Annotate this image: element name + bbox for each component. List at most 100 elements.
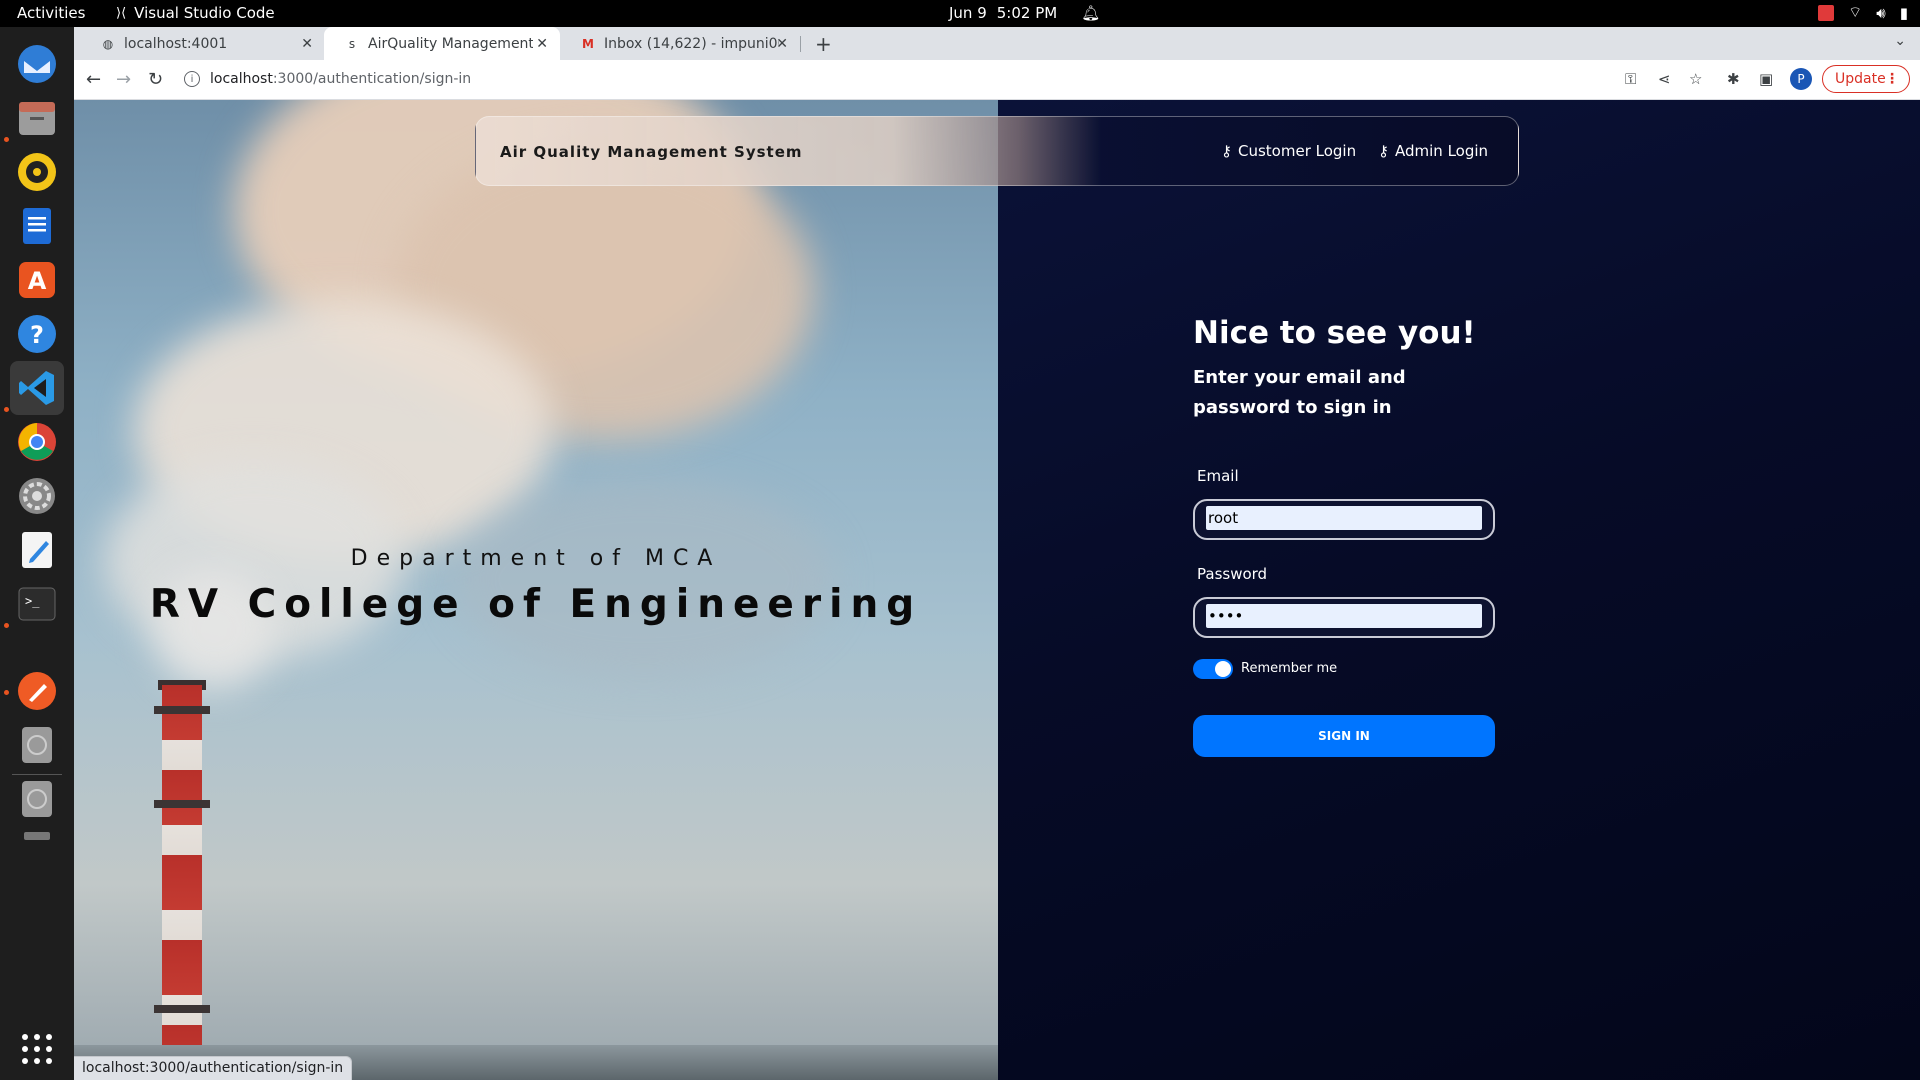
- files-icon[interactable]: [10, 91, 64, 145]
- tab-separator: [800, 36, 801, 52]
- url-path: :3000/authentication/sign-in: [272, 71, 472, 87]
- new-tab-button[interactable]: +: [815, 32, 832, 56]
- clock-time: 5:02 PM: [996, 4, 1058, 22]
- admin-login-label: Admin Login: [1395, 142, 1489, 160]
- system-tray[interactable]: ⌔ 🔊︎ ▮: [1818, 3, 1908, 22]
- password-input-value[interactable]: ••••: [1206, 604, 1482, 628]
- tab-title: AirQuality Management S: [368, 35, 533, 52]
- bookmark-star-icon[interactable]: ☆: [1689, 70, 1702, 88]
- rhythmbox-icon[interactable]: [10, 145, 64, 199]
- running-indicator: [4, 407, 9, 412]
- chimney-ring: [154, 1005, 210, 1013]
- close-icon[interactable]: ✕: [301, 36, 313, 52]
- disk-icon[interactable]: [10, 718, 64, 772]
- remember-me-label: Remember me: [1241, 661, 1338, 676]
- close-icon[interactable]: ✕: [776, 36, 788, 52]
- app-menu[interactable]: ⟩⟨ Visual Studio Code: [116, 4, 275, 22]
- s-icon: s: [348, 36, 356, 51]
- tab-gmail-inbox[interactable]: M Inbox (14,622) - impuni00 ✕: [560, 27, 800, 60]
- signin-title: Nice to see you!: [1193, 315, 1476, 351]
- side-panel-icon[interactable]: ▣: [1759, 70, 1773, 88]
- thunderbird-icon[interactable]: [10, 37, 64, 91]
- admin-login-link[interactable]: ⚷ Admin Login: [1378, 142, 1488, 160]
- back-arrow-icon[interactable]: ←: [86, 69, 101, 90]
- app-name: Visual Studio Code: [134, 4, 275, 22]
- college-heading: RV College of Engineering: [149, 582, 923, 627]
- hero-image: Department of MCA RV College of Engineer…: [74, 100, 998, 1080]
- key-icon[interactable]: ⚿: [1625, 70, 1636, 88]
- signin-subtitle: Enter your email and password to sign in: [1193, 367, 1406, 418]
- settings-icon[interactable]: [10, 469, 64, 523]
- email-input-value[interactable]: root: [1206, 506, 1482, 530]
- smoke-haze: [454, 480, 834, 680]
- system-top-bar: Activities ⟩⟨ Visual Studio Code Jun 9 5…: [0, 0, 1920, 27]
- signin-panel-bg: [998, 100, 1920, 1080]
- brand-title[interactable]: Air Quality Management System: [500, 143, 803, 161]
- show-apps-icon[interactable]: [10, 1022, 64, 1076]
- tab-title: localhost:4001: [124, 35, 228, 52]
- update-button[interactable]: Update ⋮: [1822, 65, 1910, 93]
- chimney-ring: [154, 706, 210, 714]
- tab-search-chevron-icon[interactable]: ⌄: [1894, 33, 1906, 49]
- postman-icon[interactable]: [10, 664, 64, 718]
- profile-avatar[interactable]: P: [1790, 68, 1812, 90]
- chimney: [162, 685, 202, 1080]
- svg-text:A: A: [28, 267, 47, 295]
- password-field[interactable]: ••••: [1193, 597, 1495, 638]
- tab-localhost-4001[interactable]: ◍ localhost:4001 ✕: [80, 27, 325, 60]
- tab-title: Inbox (14,622) - impuni00: [604, 35, 779, 52]
- svg-text:?: ?: [30, 321, 44, 349]
- top-navbar: Air Quality Management System ⚷ Customer…: [475, 116, 1519, 186]
- email-field[interactable]: root: [1193, 499, 1495, 540]
- dock: A ? >_: [0, 27, 74, 1080]
- password-label: Password: [1197, 565, 1268, 583]
- update-label: Update: [1835, 71, 1886, 87]
- volume-icon: 🔊︎: [1876, 3, 1886, 22]
- tab-strip: ◍ localhost:4001 ✕ s AirQuality Manageme…: [74, 27, 1920, 60]
- signin-button[interactable]: SIGN IN: [1193, 715, 1495, 757]
- clock[interactable]: Jun 9 5:02 PM 🔔︎: [949, 4, 1100, 22]
- reload-icon[interactable]: ↻: [148, 69, 163, 90]
- text-editor-icon[interactable]: [10, 523, 64, 577]
- key-icon: ⚷: [1378, 142, 1389, 160]
- customer-login-link[interactable]: ⚷ Customer Login: [1221, 142, 1356, 160]
- address-bar[interactable]: i localhost :3000/authentication/sign-in: [184, 64, 1684, 94]
- activities-button[interactable]: Activities: [17, 4, 85, 22]
- key-icon: ⚷: [1221, 142, 1232, 160]
- extensions-icon[interactable]: ✱: [1727, 70, 1740, 88]
- trash-icon[interactable]: [10, 822, 64, 876]
- tab-airquality[interactable]: s AirQuality Management S ✕: [324, 27, 560, 60]
- writer-icon[interactable]: [10, 199, 64, 253]
- email-label: Email: [1197, 467, 1239, 485]
- browser-window: ◍ localhost:4001 ✕ s AirQuality Manageme…: [74, 27, 1920, 1080]
- battery-icon: ▮: [1899, 3, 1908, 22]
- help-icon[interactable]: ?: [10, 307, 64, 361]
- app-center-icon[interactable]: A: [10, 253, 64, 307]
- chimney-ring: [154, 800, 210, 808]
- site-info-icon[interactable]: i: [184, 71, 200, 87]
- running-indicator: [4, 690, 9, 695]
- vscode-dock-icon[interactable]: [10, 361, 64, 415]
- bell-icon: 🔔︎: [1081, 4, 1101, 22]
- chrome-icon[interactable]: [10, 415, 64, 469]
- department-heading: Department of MCA: [350, 546, 722, 571]
- browser-toolbar: ← → ↻ i localhost :3000/authentication/s…: [74, 60, 1920, 100]
- svg-text:>_: >_: [25, 594, 40, 608]
- vscode-icon: ⟩⟨: [116, 5, 127, 21]
- status-bubble-url: localhost:3000/authentication/sign-in: [74, 1056, 353, 1080]
- running-indicator: [4, 137, 9, 142]
- globe-icon: ◍: [102, 36, 114, 51]
- toggle-knob: [1215, 661, 1231, 677]
- running-indicator: [4, 623, 9, 628]
- close-icon[interactable]: ✕: [536, 36, 548, 52]
- share-icon[interactable]: ⋖: [1658, 70, 1671, 88]
- kebab-menu-icon: ⋮: [1885, 71, 1899, 87]
- disk-icon-2[interactable]: [10, 772, 64, 826]
- wifi-icon: ⌔: [1848, 3, 1863, 21]
- screen-record-icon: [1818, 4, 1835, 21]
- terminal-icon[interactable]: >_: [10, 577, 64, 631]
- page-viewport: Department of MCA RV College of Engineer…: [74, 100, 1920, 1080]
- customer-login-label: Customer Login: [1238, 142, 1357, 160]
- remember-me-toggle[interactable]: [1193, 659, 1233, 679]
- forward-arrow-icon[interactable]: →: [116, 69, 131, 90]
